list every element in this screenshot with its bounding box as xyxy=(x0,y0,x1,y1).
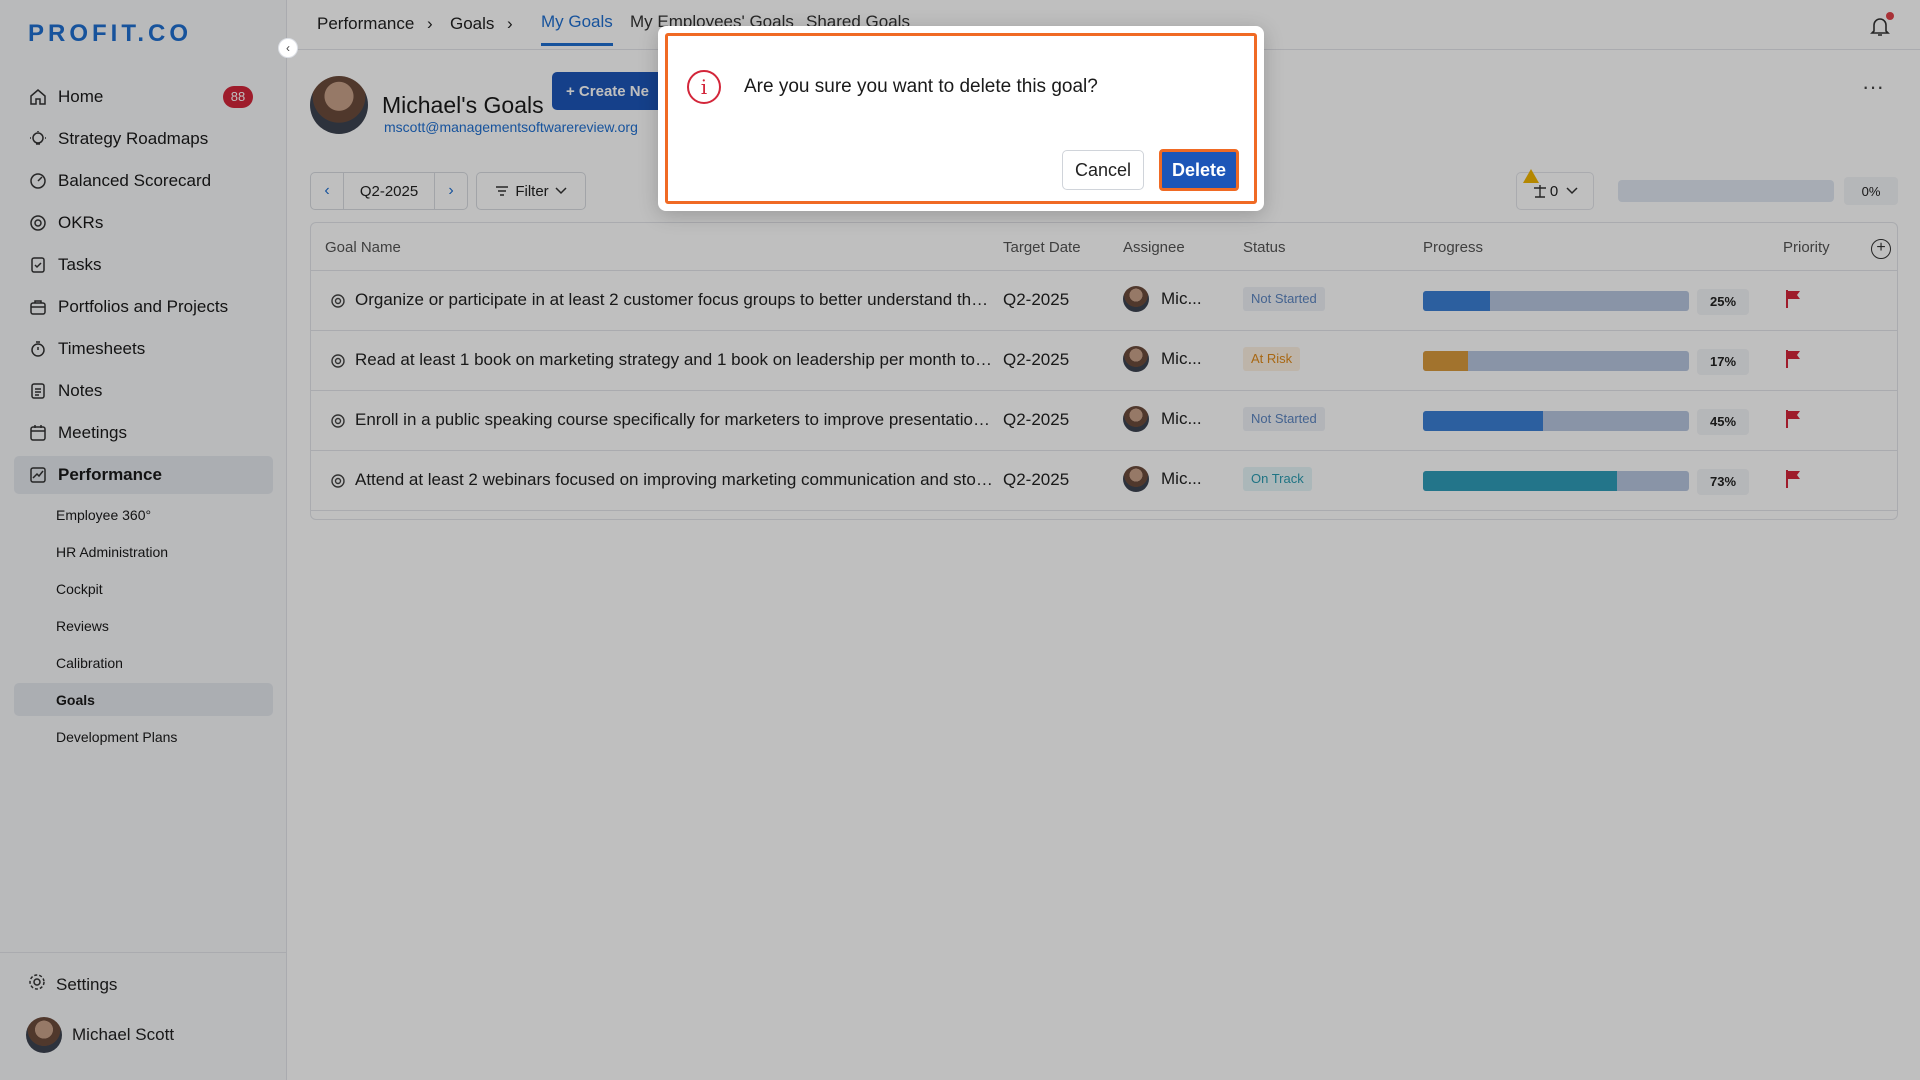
collapse-sidebar-button[interactable]: ‹ xyxy=(278,38,298,58)
info-icon: i xyxy=(687,70,721,104)
dialog-message: Are you sure you want to delete this goa… xyxy=(744,76,1098,97)
cancel-button[interactable]: Cancel xyxy=(1062,150,1144,190)
delete-confirmation-dialog: i Are you sure you want to delete this g… xyxy=(658,26,1264,211)
delete-button[interactable]: Delete xyxy=(1159,149,1239,191)
